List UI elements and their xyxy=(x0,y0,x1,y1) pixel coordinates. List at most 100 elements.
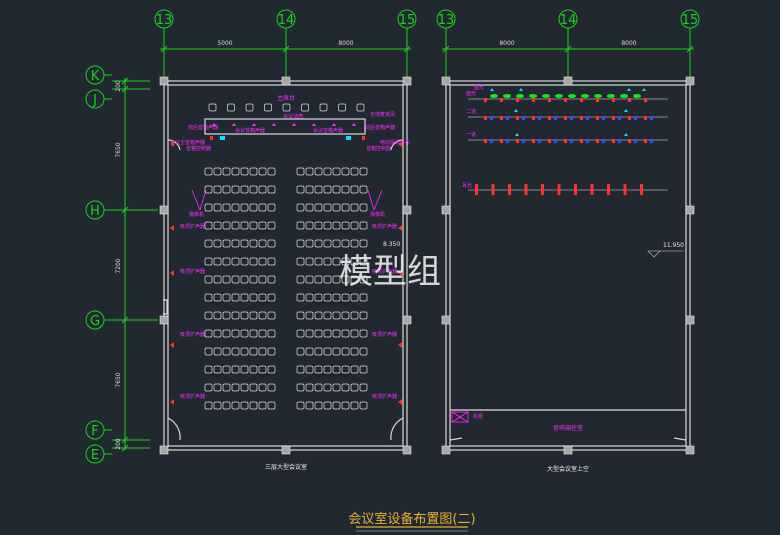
audience-seat xyxy=(350,311,359,320)
face-light xyxy=(529,94,537,98)
audience-seat xyxy=(341,365,350,374)
audience-seat xyxy=(249,239,258,248)
audience-seat xyxy=(231,221,240,230)
face-light xyxy=(490,94,498,98)
speaker-marker xyxy=(362,136,365,140)
svg-text:吸顶扩声器: 吸顶扩声器 xyxy=(180,268,205,275)
audience-seat xyxy=(267,203,276,212)
audience-seat xyxy=(332,311,341,320)
audience-seat xyxy=(222,203,231,212)
audience-seat xyxy=(314,293,323,302)
audience-seat xyxy=(222,347,231,356)
audience-seat xyxy=(359,329,368,338)
light-fixture xyxy=(628,98,631,102)
audience-seat xyxy=(341,311,350,320)
axis-bubble-14-right: 14 xyxy=(558,9,578,78)
audience-seat xyxy=(213,221,222,230)
light-fixture xyxy=(532,98,535,102)
light-fixture xyxy=(564,139,567,143)
side-light xyxy=(508,184,511,195)
column xyxy=(563,76,573,86)
light-fixture xyxy=(612,98,615,102)
audience-seat xyxy=(267,329,276,338)
audience-seat xyxy=(267,293,276,302)
column xyxy=(441,315,451,325)
audience-seat xyxy=(204,239,213,248)
audience-seat xyxy=(213,383,222,392)
audience-seat xyxy=(204,293,213,302)
speaker-marker xyxy=(210,136,213,140)
audience-seat xyxy=(258,401,267,410)
light-fixture xyxy=(618,139,621,143)
axis-bubble-15-left: 15 xyxy=(397,9,417,78)
audience-seat xyxy=(350,401,359,410)
audience-seat xyxy=(323,185,332,194)
light-fixture xyxy=(602,116,605,120)
audience-seat xyxy=(213,185,222,194)
audience-seat xyxy=(323,257,332,266)
face-light xyxy=(633,94,641,98)
audience-seat xyxy=(341,347,350,356)
audience-seat xyxy=(204,167,213,176)
audience-seat xyxy=(204,329,213,338)
face-light xyxy=(503,94,511,98)
dim-text: 7200 xyxy=(115,258,122,273)
audience-seat xyxy=(359,185,368,194)
axis-label: 13 xyxy=(438,13,455,28)
audience-seat xyxy=(267,383,276,392)
audience-seat xyxy=(305,275,314,284)
audience-seat xyxy=(222,311,231,320)
svg-text:音箱控制器: 音箱控制器 xyxy=(366,145,391,152)
audience-seat xyxy=(222,239,231,248)
audience-seat xyxy=(296,221,305,230)
audience-seat xyxy=(249,221,258,230)
audience-seat xyxy=(249,383,258,392)
audience-seat xyxy=(258,185,267,194)
svg-text:会议话筒: 会议话筒 xyxy=(283,113,303,120)
light-fixture xyxy=(484,98,487,102)
column xyxy=(159,205,169,215)
light-fixture xyxy=(570,116,573,120)
audience-seat xyxy=(204,221,213,230)
side-light xyxy=(574,184,577,195)
audience-seat xyxy=(258,347,267,356)
audience-seat xyxy=(332,167,341,176)
light-fixture xyxy=(644,98,647,102)
axis-bubble-H: H xyxy=(85,200,158,220)
face-light xyxy=(594,94,602,98)
audience-seat xyxy=(249,167,258,176)
audience-seat xyxy=(296,203,305,212)
column xyxy=(441,76,451,86)
audience-seat xyxy=(231,203,240,212)
audience-seat xyxy=(231,383,240,392)
light-fixture xyxy=(484,116,487,120)
cyan-fixture xyxy=(519,88,523,91)
light-fixture xyxy=(644,139,647,143)
audience-seat xyxy=(204,401,213,410)
audience-seat xyxy=(314,311,323,320)
audience-seat xyxy=(213,329,222,338)
dim-text: 7650 xyxy=(115,372,122,387)
speaker-marker xyxy=(170,399,174,405)
audience-seat xyxy=(258,311,267,320)
audience-seat xyxy=(249,347,258,356)
cyan-fixture xyxy=(627,88,631,91)
stage-chair xyxy=(208,103,217,112)
audience-seat xyxy=(240,275,249,284)
audience-seat xyxy=(204,347,213,356)
audience-seat xyxy=(222,167,231,176)
audience-seat xyxy=(341,221,350,230)
stage-chair xyxy=(319,103,328,112)
cyan-fixture xyxy=(624,133,628,136)
light-fixture xyxy=(506,116,509,120)
audience-seat xyxy=(222,383,231,392)
audience-seat xyxy=(204,275,213,284)
light-fixture xyxy=(548,139,551,143)
audience-seat xyxy=(341,329,350,338)
svg-text:J: J xyxy=(92,93,97,108)
column xyxy=(159,315,169,325)
svg-text:K: K xyxy=(91,69,100,84)
audience-seat xyxy=(305,383,314,392)
light-fixture xyxy=(586,139,589,143)
audience-seat xyxy=(222,257,231,266)
